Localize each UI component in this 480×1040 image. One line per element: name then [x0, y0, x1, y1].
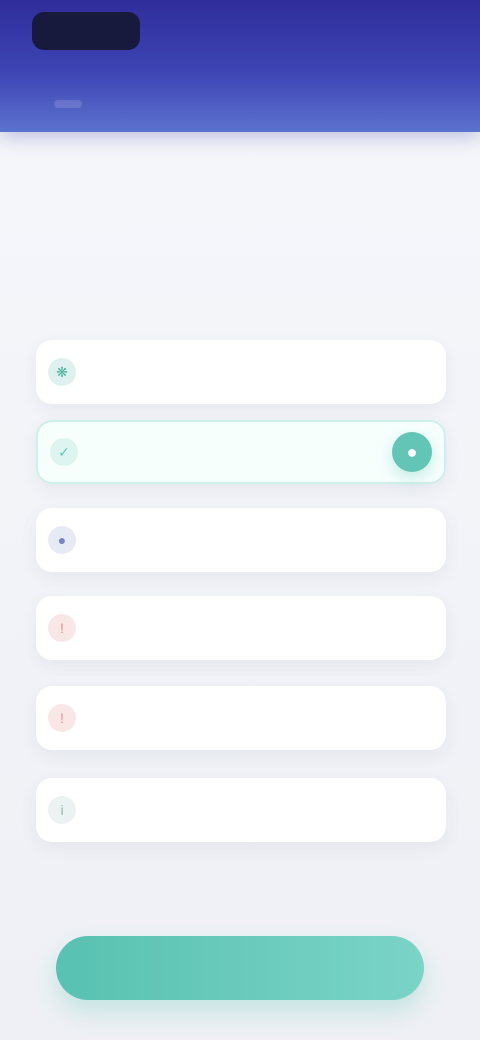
header-tab-2[interactable] [54, 100, 82, 108]
app-screen: ❋ ✓ ● ● ! ! i [0, 0, 480, 1040]
header-tabs [0, 90, 480, 118]
continue-button[interactable] [56, 936, 424, 1000]
intro [36, 162, 436, 192]
app-logo[interactable] [32, 12, 140, 50]
option-item-5[interactable]: ! [36, 686, 446, 750]
leaf-icon: ❋ [48, 358, 76, 386]
selected-indicator: ● [392, 432, 432, 472]
check-icon: ✓ [50, 438, 78, 466]
option-item-1[interactable]: ❋ [36, 340, 446, 404]
alert-icon: ! [48, 614, 76, 642]
info-icon: i [48, 796, 76, 824]
app-header [0, 0, 480, 132]
alert-icon: ! [48, 704, 76, 732]
option-item-3[interactable]: ● [36, 508, 446, 572]
user-icon: ● [48, 526, 76, 554]
option-item-4[interactable]: ! [36, 596, 446, 660]
option-item-2[interactable]: ✓ ● [36, 420, 446, 484]
option-item-6[interactable]: i [36, 778, 446, 842]
